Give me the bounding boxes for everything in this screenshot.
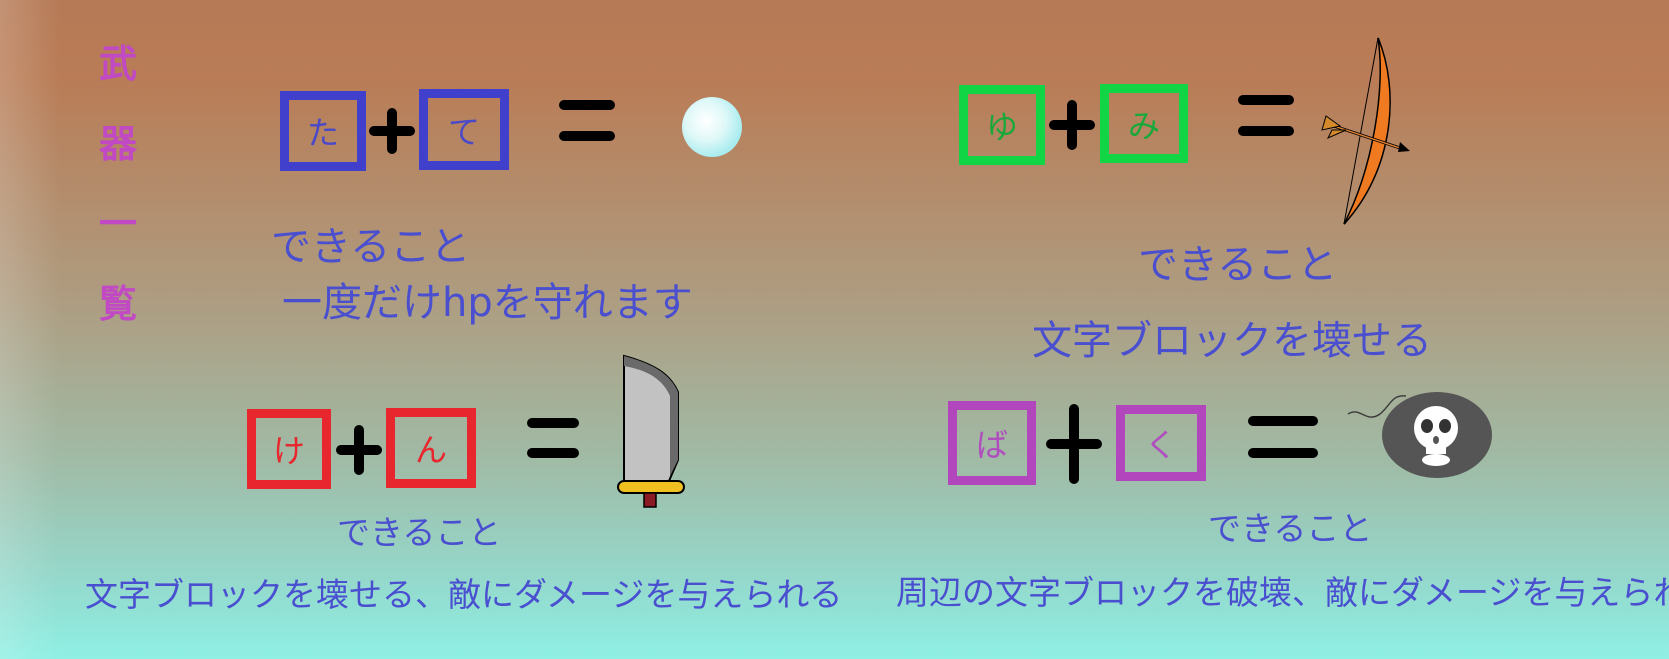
ability-description: 文字ブロックを壊せる、敵にダメージを与えられる <box>85 575 843 614</box>
skull-bomb-icon <box>1347 392 1492 478</box>
ability-description: 文字ブロックを壊せる <box>1032 318 1432 364</box>
char-block-ku: く <box>1116 405 1206 481</box>
char-block-label: み <box>1127 106 1160 145</box>
ability-label: できること <box>337 513 502 552</box>
char-block-label: く <box>1144 426 1177 464</box>
equals-icon <box>1238 95 1294 136</box>
char-block-label: ゆ <box>985 108 1018 146</box>
equals-icon <box>559 100 615 141</box>
char-block-ta: た <box>280 91 366 171</box>
char-block-yu: ゆ <box>959 85 1045 165</box>
equals-icon <box>527 418 579 458</box>
ability-description: 一度だけhpを守れます <box>282 280 693 326</box>
plus-icon <box>1046 404 1102 484</box>
char-block-label: た <box>306 114 339 152</box>
char-block-te: て <box>419 89 509 170</box>
char-block-label: け <box>272 432 305 470</box>
page-title: 武 器 一 覧 <box>96 38 140 358</box>
sword-icon <box>617 354 685 508</box>
char-block-ke: け <box>247 409 331 489</box>
bubble-shield-icon <box>682 97 742 157</box>
title-char-3: 一 <box>98 202 137 246</box>
char-block-mi: み <box>1100 84 1188 163</box>
char-block-n: ん <box>386 408 476 488</box>
title-char-1: 武 <box>98 42 137 86</box>
ability-description: 周辺の文字ブロックを破壊、敵にダメージを与えられる <box>896 573 1669 612</box>
plus-icon <box>336 425 382 475</box>
plus-icon <box>1049 100 1095 150</box>
ability-label: できること <box>1208 509 1373 548</box>
equals-icon <box>1248 416 1318 458</box>
char-block-label: ん <box>414 431 447 469</box>
ability-label: できること <box>271 224 471 270</box>
ability-label: できること <box>1138 242 1338 288</box>
bow-arrow-icon <box>1321 37 1410 225</box>
char-block-label: て <box>447 112 480 151</box>
title-char-4: 覧 <box>98 282 137 326</box>
plus-icon <box>369 108 415 154</box>
title-char-2: 器 <box>98 122 137 166</box>
char-block-ba: ば <box>948 401 1036 485</box>
char-block-label: ば <box>975 426 1008 464</box>
